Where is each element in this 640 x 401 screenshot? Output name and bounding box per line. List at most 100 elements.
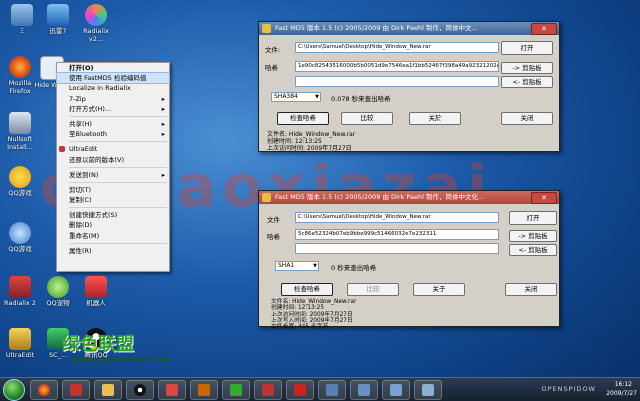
taskbar-firefox[interactable] <box>30 380 58 400</box>
calculate-hash-button[interactable]: 检查哈希 <box>281 283 333 296</box>
desktop-icon-qqgame2[interactable]: QQ游戏 <box>0 222 40 253</box>
about-button[interactable]: 关於 <box>409 112 461 125</box>
hash-label: 哈希 <box>267 233 280 241</box>
menu-item-properties[interactable]: 属性(R) <box>57 246 169 256</box>
robot-icon <box>85 276 107 298</box>
about-button[interactable]: 关于 <box>413 283 465 296</box>
menu-item-restore-versions[interactable]: 还原以前的版本(V) <box>57 155 169 165</box>
menu-separator <box>69 141 167 143</box>
info-accessed: 上次访问时间: 2009年7月27日 <box>271 311 353 318</box>
menu-item-open[interactable]: 打开(O) <box>57 63 169 73</box>
taskbar-qq[interactable] <box>126 380 154 400</box>
window-title-bar[interactable]: Fast MD5 版本 1.5 (c) 2005/2009 由 Dirk Pae… <box>259 191 559 204</box>
desktop-icon-robot[interactable]: 机器人 <box>76 276 116 307</box>
desktop-icon-label: QQ游戏 <box>8 189 32 197</box>
folder-icon <box>102 384 114 396</box>
hash-output-field[interactable]: 1e90c82543516000b5b0051d9e7546ea1f1bb524… <box>295 61 499 72</box>
file-path-field[interactable]: C:\Users\Samuel\Desktop\Hide_Window_New.… <box>295 212 499 223</box>
taskbar-app-13[interactable] <box>414 380 442 400</box>
desktop-icon-qqgame[interactable]: QQ游戏 <box>0 166 40 197</box>
close-window-button[interactable]: 关闭 <box>505 283 557 296</box>
desktop-icon-computer[interactable]: Ξ <box>2 4 42 35</box>
radialix-icon <box>9 276 31 298</box>
compare-hash-field[interactable] <box>295 76 499 87</box>
menu-item-copy[interactable]: 复制(C) <box>57 195 169 205</box>
fastmd5-icon <box>358 384 370 396</box>
desktop-icon-label: QQ游戏 <box>8 245 32 253</box>
desktop-icon-label: Nullsoft Install... <box>7 135 33 151</box>
taskbar-fastmd5-1[interactable] <box>318 380 346 400</box>
taskbar-app-9[interactable] <box>286 380 314 400</box>
menu-item-share[interactable]: 共享(H) <box>57 119 169 129</box>
desktop-icon-radialix[interactable]: Radialix v2... <box>76 4 116 43</box>
info-filename: 文件名: Hide_Window_New.rar <box>267 131 356 138</box>
info-size: 文件长度: 445 千字节 <box>271 324 329 331</box>
app-icon <box>390 384 402 396</box>
desktop-icon-label: Ξ <box>19 27 25 35</box>
copy-to-clipboard-button[interactable]: -> 剪贴板 <box>501 62 553 74</box>
menu-item-send-to[interactable]: 发送到(N) <box>57 170 169 180</box>
desktop-icon-label: 机器人 <box>86 299 106 307</box>
desktop-icon-radialix2[interactable]: Radialix 2 <box>0 276 40 307</box>
taskbar-app-6[interactable] <box>190 380 218 400</box>
media-player-icon <box>70 384 82 396</box>
clock-date[interactable]: 2009/7/27 <box>606 390 637 397</box>
desktop-icon-nullsoft[interactable]: Nullsoft Install... <box>0 112 40 151</box>
menu-item-ultraedit[interactable]: UltraEdit <box>57 144 169 154</box>
menu-item-7zip[interactable]: 7-Zip <box>57 94 169 104</box>
taskbar-app-8[interactable] <box>254 380 282 400</box>
open-button[interactable]: 打开 <box>509 211 557 225</box>
window-title-bar[interactable]: Fast MD5 版本 1.5 (c) 2005/2009 由 Dirk Pae… <box>259 22 559 35</box>
qq-game-icon <box>9 166 31 188</box>
compare-hash-field[interactable] <box>295 243 499 254</box>
window-title: Fast MD5 版本 1.5 (c) 2005/2009 由 Dirk Pae… <box>275 24 478 32</box>
algorithm-select[interactable]: SHA1 <box>275 261 319 271</box>
menu-item-label: UltraEdit <box>69 145 98 154</box>
close-window-button[interactable]: 关闭 <box>501 112 553 125</box>
menu-item-open-with[interactable]: 打开方式(H)... <box>57 104 169 114</box>
menu-item-radialix[interactable]: Localize in Radialix <box>57 83 169 93</box>
menu-separator <box>69 207 167 209</box>
qq-pet-icon <box>47 276 69 298</box>
paste-from-clipboard-button[interactable]: <- 剪贴板 <box>509 244 557 256</box>
compare-button[interactable]: 比较 <box>341 112 393 125</box>
menu-item-delete[interactable]: 删除(D) <box>57 220 169 230</box>
algorithm-select[interactable]: SHA384 <box>271 92 321 102</box>
app-icon <box>230 384 242 396</box>
window-title: Fast MD5 版本 1.5 (c) 2005/2009 由 Dirk Pae… <box>275 193 485 201</box>
menu-item-create-shortcut[interactable]: 创建快捷方式(S) <box>57 210 169 220</box>
taskbar-app-12[interactable] <box>382 380 410 400</box>
app-icon <box>262 384 274 396</box>
clock-time[interactable]: 16:12 <box>615 381 632 388</box>
compare-button[interactable]: 比较 <box>347 283 399 296</box>
desktop-icon-qqpet[interactable]: QQ宠物 <box>38 276 78 307</box>
desktop-icon-label: Radialix 2 <box>4 299 36 307</box>
menu-item-bluetooth[interactable]: 至Bluetooth <box>57 129 169 139</box>
close-button[interactable]: ✕ <box>531 23 557 35</box>
menu-item-rename[interactable]: 重命名(M) <box>57 231 169 241</box>
menu-separator <box>69 181 167 183</box>
close-button[interactable]: ✕ <box>531 192 557 204</box>
desktop-icon-label: 迅雷7 <box>49 27 67 35</box>
file-path-field[interactable]: C:\Users\Samuel\Desktop\Hide_Window_New.… <box>295 42 499 53</box>
paste-from-clipboard-button[interactable]: <- 剪贴板 <box>501 76 553 88</box>
taskbar-app-7[interactable] <box>222 380 250 400</box>
hash-output-field[interactable]: 5c86e52324b07eb9bbe999c51466032e7e232311 <box>295 229 499 240</box>
firefox-icon <box>38 384 50 396</box>
menu-item-fastmd5[interactable]: 使用 FastMD5 检验编码值 <box>56 72 170 85</box>
hash-label: 哈希 <box>265 64 278 72</box>
open-button[interactable]: 打开 <box>501 41 553 55</box>
taskbar-app-5[interactable] <box>158 380 186 400</box>
desktop-icon-xunlei[interactable]: 迅雷7 <box>38 4 78 35</box>
ultraedit-icon <box>9 328 31 350</box>
desktop-icon-ultraedit[interactable]: UltraEdit <box>0 328 40 359</box>
start-button[interactable] <box>3 379 25 401</box>
taskbar-explorer[interactable] <box>94 380 122 400</box>
menu-item-cut[interactable]: 剪切(T) <box>57 185 169 195</box>
desktop-icon-label: QQ宠物 <box>46 299 70 307</box>
calculate-hash-button[interactable]: 检查哈希 <box>277 112 329 125</box>
taskbar-fastmd5-2[interactable] <box>350 380 378 400</box>
copy-to-clipboard-button[interactable]: -> 剪贴板 <box>509 230 557 242</box>
taskbar: OPENSPIDOW 16:12 2009/7/27 <box>0 377 640 401</box>
taskbar-media-player[interactable] <box>62 380 90 400</box>
